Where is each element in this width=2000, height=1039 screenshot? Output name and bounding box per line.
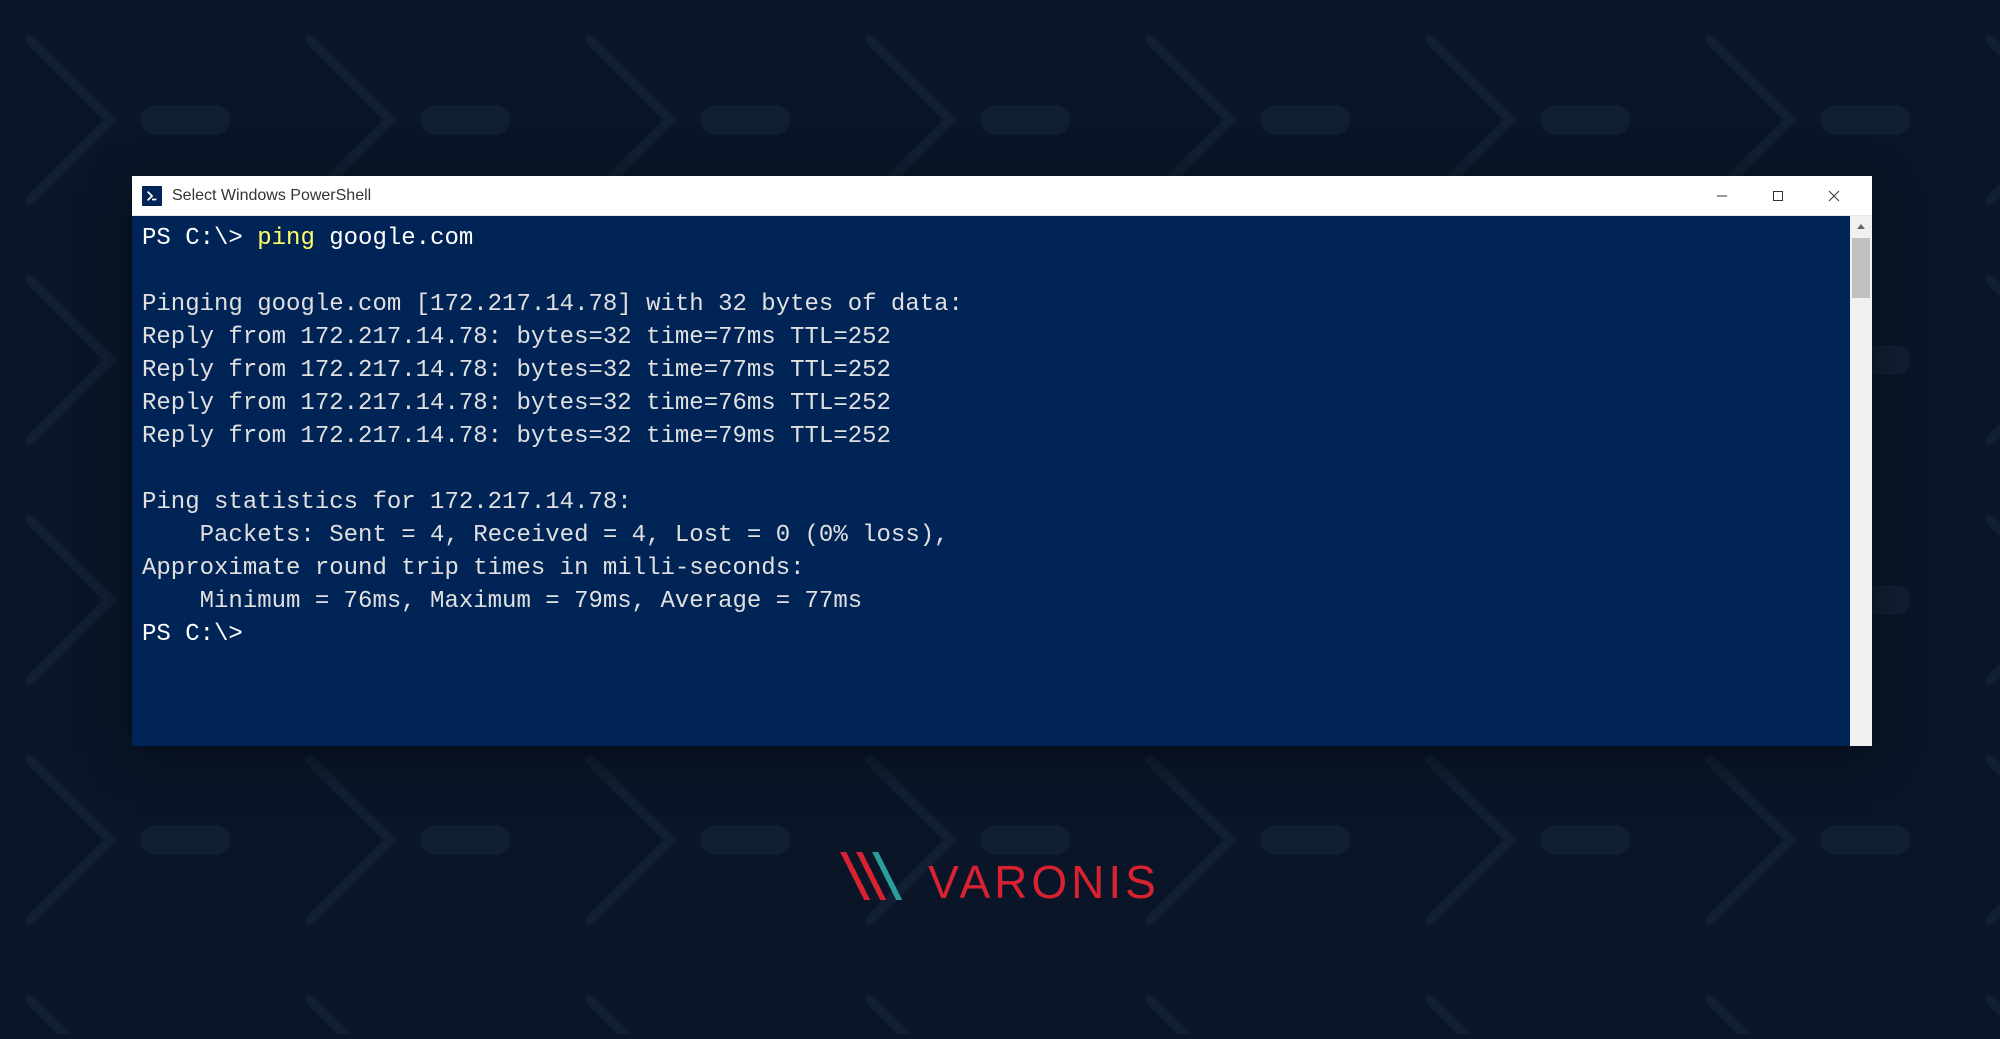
prompt-line-1: PS C:\> (142, 225, 243, 252)
output-line: Minimum = 76ms, Maximum = 79ms, Average … (142, 588, 862, 615)
scroll-up-arrow-icon[interactable] (1850, 216, 1872, 238)
output-line: Approximate round trip times in milli-se… (142, 555, 805, 582)
window-titlebar[interactable]: Select Windows PowerShell (132, 176, 1872, 216)
powershell-icon (142, 186, 162, 206)
output-line: Reply from 172.217.14.78: bytes=32 time=… (142, 390, 891, 417)
output-line: Reply from 172.217.14.78: bytes=32 time=… (142, 357, 891, 384)
prompt-line-2: PS C:\> (142, 621, 243, 648)
varonis-logo-text: VARONIS (928, 855, 1160, 909)
maximize-button[interactable] (1750, 178, 1806, 214)
command-argument: google.com (329, 225, 473, 252)
command-name: ping (257, 225, 315, 252)
output-line: Reply from 172.217.14.78: bytes=32 time=… (142, 324, 891, 351)
window-title: Select Windows PowerShell (172, 187, 1694, 205)
output-line: Packets: Sent = 4, Received = 4, Lost = … (142, 522, 949, 549)
terminal-output[interactable]: PS C:\> ping google.com Pinging google.c… (132, 216, 1850, 746)
output-line: Pinging google.com [172.217.14.78] with … (142, 291, 963, 318)
window-controls (1694, 178, 1862, 214)
vertical-scrollbar[interactable] (1850, 216, 1872, 746)
scroll-thumb[interactable] (1852, 238, 1870, 298)
close-button[interactable] (1806, 178, 1862, 214)
output-line: Ping statistics for 172.217.14.78: (142, 489, 632, 516)
varonis-logo: VARONIS (840, 850, 1160, 913)
powershell-window: Select Windows PowerShell PS C:\> ping g… (132, 176, 1872, 746)
minimize-button[interactable] (1694, 178, 1750, 214)
varonis-logo-mark-icon (840, 850, 916, 913)
output-line: Reply from 172.217.14.78: bytes=32 time=… (142, 423, 891, 450)
